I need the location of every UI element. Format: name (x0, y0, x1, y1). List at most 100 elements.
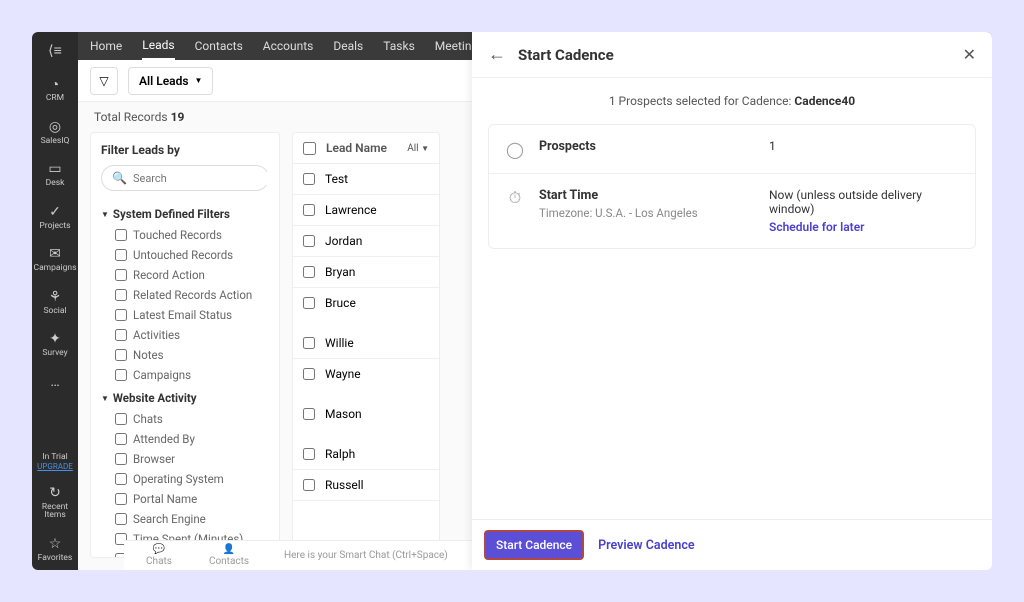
filter-group-website[interactable]: ▼Website Activity (101, 391, 269, 405)
nav-accounts[interactable]: Accounts (263, 33, 314, 59)
lead-checkbox[interactable] (303, 297, 315, 309)
filter-item[interactable]: Related Records Action (101, 285, 269, 305)
chevron-down-icon: ▼ (101, 394, 109, 403)
close-button[interactable]: ✕ (963, 45, 976, 64)
filter-item[interactable]: Operating System (101, 469, 269, 489)
filter-item[interactable]: Latest Email Status (101, 305, 269, 325)
nav-leads[interactable]: Leads (142, 32, 174, 60)
filter-item[interactable]: Notes (101, 345, 269, 365)
sidebar-item-survey[interactable]: ✦ Survey (32, 323, 78, 366)
lead-checkbox[interactable] (303, 266, 315, 278)
filter-checkbox[interactable] (115, 493, 127, 505)
lead-row[interactable]: Jordan (293, 226, 439, 257)
select-all-checkbox[interactable] (303, 142, 316, 155)
leads-header-all[interactable]: All ▼ (407, 143, 429, 154)
filter-item[interactable]: Portal Name (101, 489, 269, 509)
filter-checkbox[interactable] (115, 473, 127, 485)
filter-item[interactable]: Attended By (101, 429, 269, 449)
lead-row[interactable]: Ralph (293, 439, 439, 470)
schedule-later-link[interactable]: Schedule for later (769, 220, 959, 234)
lead-row[interactable]: Test (293, 164, 439, 195)
lead-name: Test (325, 172, 348, 186)
filter-checkbox[interactable] (115, 453, 127, 465)
bottom-bar: 💬 Chats 👤 Contacts Here is your Smart Ch… (124, 540, 472, 570)
bottom-contacts[interactable]: 👤 Contacts (194, 544, 264, 567)
lead-checkbox[interactable] (303, 337, 315, 349)
filter-toggle-button[interactable]: ▽ (90, 67, 118, 95)
timezone-text: Timezone: U.S.A. - Los Angeles (539, 206, 755, 220)
sidebar-item-desk[interactable]: ▭ Desk (32, 153, 78, 196)
sidebar-item-favorites[interactable]: ☆ Favorites (32, 528, 78, 571)
lead-checkbox[interactable] (303, 408, 315, 420)
filter-search[interactable]: 🔍 (101, 165, 269, 191)
filter-item[interactable]: Untouched Records (101, 245, 269, 265)
filter-checkbox[interactable] (115, 513, 127, 525)
filter-checkbox[interactable] (115, 229, 127, 241)
filter-checkbox[interactable] (115, 369, 127, 381)
filter-checkbox[interactable] (115, 433, 127, 445)
filter-checkbox[interactable] (115, 249, 127, 261)
filter-item[interactable]: Browser (101, 449, 269, 469)
nav-deals[interactable]: Deals (333, 33, 363, 59)
lead-checkbox[interactable] (303, 204, 315, 216)
filter-checkbox[interactable] (115, 269, 127, 281)
filter-checkbox[interactable] (115, 309, 127, 321)
preview-cadence-link[interactable]: Preview Cadence (598, 538, 695, 553)
lead-row[interactable]: Willie (293, 328, 439, 359)
filter-item[interactable]: Chats (101, 409, 269, 429)
lead-row[interactable]: Lawrence (293, 195, 439, 226)
lead-checkbox[interactable] (303, 448, 315, 460)
sidebar-label: Social (43, 307, 66, 316)
lead-row[interactable]: Mason (293, 399, 439, 439)
chevron-down-icon: ▼ (421, 144, 429, 153)
filter-checkbox[interactable] (115, 349, 127, 361)
bottom-label: Chats (146, 556, 172, 567)
bottom-chats[interactable]: 💬 Chats (124, 544, 194, 567)
cadence-footer: Start Cadence Preview Cadence (472, 519, 992, 570)
recent-icon: ↻ (47, 485, 63, 501)
lead-row[interactable]: Russell (293, 470, 439, 501)
nav-contacts[interactable]: Contacts (195, 33, 243, 59)
filter-checkbox[interactable] (115, 289, 127, 301)
sidebar-trial[interactable]: In Trial UPGRADE (32, 446, 78, 477)
search-input[interactable] (133, 172, 273, 185)
filter-panel: Filter Leads by 🔍 ▼System Defined Filter… (90, 132, 280, 558)
filter-checkbox[interactable] (115, 329, 127, 341)
cadence-header: ← Start Cadence ✕ (472, 32, 992, 78)
cadence-info-text: 1 Prospects selected for Cadence: (609, 94, 795, 108)
start-label: Start Time (539, 188, 755, 203)
person-icon: 👤 (223, 544, 235, 555)
sidebar-item-projects[interactable]: ✓ Projects (32, 196, 78, 239)
sidebar-toggle[interactable]: ⟨≡ (32, 32, 78, 68)
filter-item[interactable]: Touched Records (101, 225, 269, 245)
filter-item[interactable]: Record Action (101, 265, 269, 285)
cadence-body: 1 Prospects selected for Cadence: Cadenc… (472, 78, 992, 519)
sidebar-item-crm[interactable]: ◔ CRM (32, 68, 78, 111)
lead-row[interactable]: Wayne (293, 359, 439, 399)
sidebar-item-campaigns[interactable]: ✉ Campaigns (32, 238, 78, 281)
records-label: Total Records (94, 110, 168, 124)
nav-tasks[interactable]: Tasks (383, 33, 415, 59)
start-cadence-button[interactable]: Start Cadence (484, 530, 584, 560)
sidebar-item-more[interactable]: … (32, 366, 78, 398)
filter-item[interactable]: Campaigns (101, 365, 269, 385)
filter-item[interactable]: Search Engine (101, 509, 269, 529)
lead-checkbox[interactable] (303, 235, 315, 247)
lead-checkbox[interactable] (303, 368, 315, 380)
filter-checkbox[interactable] (115, 413, 127, 425)
back-button[interactable]: ← (488, 44, 506, 65)
lead-name: Ralph (325, 447, 355, 461)
lead-checkbox[interactable] (303, 479, 315, 491)
lead-checkbox[interactable] (303, 173, 315, 185)
sidebar-item-social[interactable]: ⚘ Social (32, 281, 78, 324)
view-dropdown[interactable]: All Leads ▼ (128, 67, 213, 95)
nav-home[interactable]: Home (90, 33, 122, 59)
upgrade-link[interactable]: UPGRADE (34, 462, 76, 471)
filter-item[interactable]: Activities (101, 325, 269, 345)
lead-row[interactable]: Bryan (293, 257, 439, 288)
sidebar-item-recent[interactable]: ↻ Recent Items (32, 477, 78, 528)
lead-row[interactable]: Bruce (293, 288, 439, 328)
filter-group-system[interactable]: ▼System Defined Filters (101, 207, 269, 221)
leads-list: Lead Name All ▼ Test Lawrence Jordan Bry… (292, 132, 440, 558)
sidebar-item-salesiq[interactable]: ◎ SalesIQ (32, 111, 78, 154)
